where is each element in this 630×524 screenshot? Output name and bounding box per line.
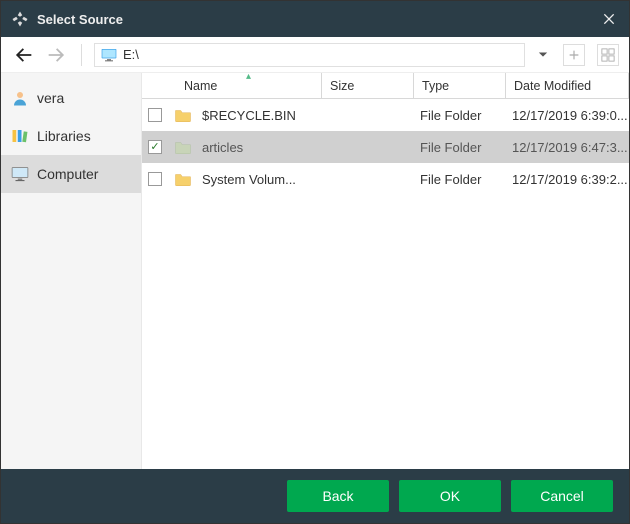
file-row[interactable]: System Volum... File Folder12/17/2019 6:3… [142,163,629,195]
navbar: E:\ [1,37,629,73]
column-size[interactable]: Size [322,73,414,98]
row-type: File Folder [412,108,504,123]
user-icon [11,89,29,107]
row-date: 12/17/2019 6:47:3... [504,140,629,155]
row-type: File Folder [412,140,504,155]
close-icon[interactable] [599,9,619,29]
path-dropdown-icon[interactable] [535,51,551,59]
libraries-icon [11,127,29,145]
column-type[interactable]: Type [414,73,506,98]
row-name: $RECYCLE.BIN [202,108,320,123]
path-box[interactable]: E:\ [94,43,525,67]
file-list: $RECYCLE.BINFile Folder12/17/2019 6:39:0… [142,99,629,195]
monitor-icon [101,48,117,62]
new-folder-button[interactable] [563,44,585,66]
titlebar: Select Source [1,1,629,37]
file-pane: ▴ Name Size Type Date Modified $RECYCLE.… [141,73,629,469]
forward-arrow-icon[interactable] [43,42,69,68]
sidebar-item-label: Computer [37,166,98,182]
column-name-label: Name [184,79,217,93]
column-date[interactable]: Date Modified [506,73,629,98]
column-header: ▴ Name Size Type Date Modified [142,73,629,99]
folder-icon [174,171,192,187]
file-row[interactable]: articles File Folder12/17/2019 6:47:3... [142,131,629,163]
footer: Back OK Cancel [1,469,629,523]
view-mode-button[interactable] [597,44,619,66]
app-icon [11,10,29,28]
file-row[interactable]: $RECYCLE.BIN File Folder12/17/2019 6:39:0… [142,99,629,131]
column-size-label: Size [330,79,354,93]
column-type-label: Type [422,79,449,93]
folder-icon [174,139,192,155]
back-button[interactable]: Back [287,480,389,512]
path-text: E:\ [123,47,139,62]
window-title: Select Source [37,12,599,27]
row-name: articles [202,140,320,155]
row-checkbox[interactable] [148,172,162,186]
row-date: 12/17/2019 6:39:2... [504,172,629,187]
row-type: File Folder [412,172,504,187]
computer-icon [11,165,29,183]
nav-divider [81,44,82,66]
row-checkbox[interactable] [148,108,162,122]
row-checkbox[interactable] [148,140,162,154]
ok-button[interactable]: OK [399,480,501,512]
sidebar-item-computer[interactable]: Computer [1,155,141,193]
folder-icon [174,107,192,123]
sidebar-item-label: Libraries [37,128,91,144]
sidebar-item-vera[interactable]: vera [1,79,141,117]
sidebar: vera Libraries Computer [1,73,141,469]
sort-indicator-icon: ▴ [246,73,251,82]
row-name: System Volum... [202,172,320,187]
sidebar-item-label: vera [37,90,64,106]
sidebar-item-libraries[interactable]: Libraries [1,117,141,155]
cancel-button[interactable]: Cancel [511,480,613,512]
row-date: 12/17/2019 6:39:0... [504,108,629,123]
back-arrow-icon[interactable] [11,42,37,68]
column-date-label: Date Modified [514,79,591,93]
column-name[interactable]: ▴ Name [176,73,322,98]
